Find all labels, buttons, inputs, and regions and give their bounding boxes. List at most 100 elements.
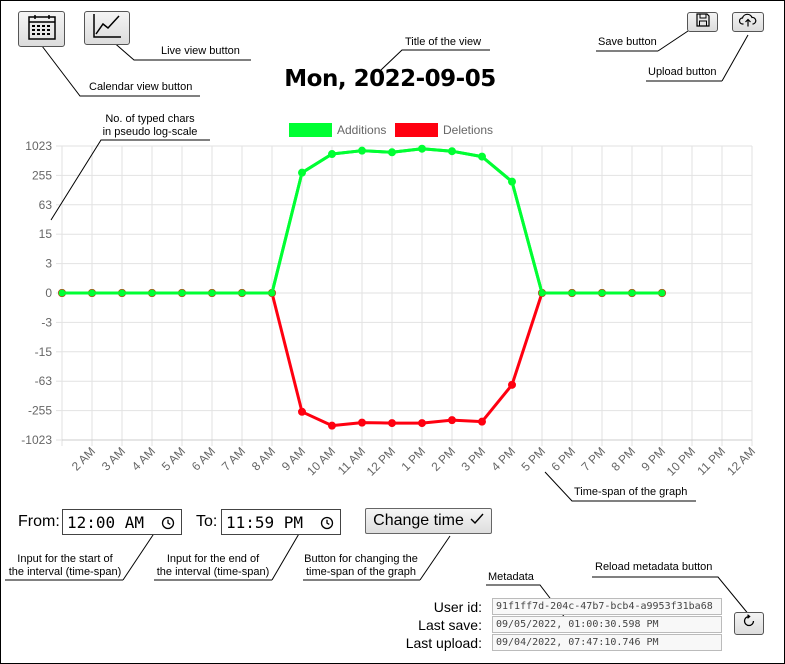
annotation-y-axis: No. of typed chars in pseudo log-scale [90,113,210,139]
data-point-deletions [388,419,396,428]
annotation-end-input: Input for the end of the interval (time-… [151,553,275,579]
annotation-start-line2: the interval (time-span) [8,566,122,578]
change-time-label: Change time [373,512,464,529]
data-point-additions [568,289,576,297]
y-tick-label: -3 [41,315,52,329]
y-tick-label: 63 [39,198,53,212]
calendar-view-button[interactable] [18,11,65,47]
x-tick-label: 11 AM [335,444,368,477]
annotation-start-line1: Input for the start of [17,553,113,565]
clock-icon[interactable] [161,515,175,534]
annotation-change-button: Button for changing the time-span of the… [300,553,422,579]
checkmark-icon [470,512,484,530]
y-tick-label: 15 [39,227,53,241]
data-point-additions [328,150,336,158]
annotation-change-line1: Button for changing the [304,553,418,565]
annotation-y-axis-line2: in pseudo log-scale [102,126,198,138]
data-point-additions [478,153,486,161]
data-point-additions [628,289,636,297]
y-tick-label: -1023 [21,433,52,447]
end-time-input[interactable]: 11:59 PM [221,509,341,535]
upload-button[interactable] [732,12,764,32]
y-tick-label: 1023 [25,139,52,153]
x-tick-label: 12 PM [364,444,398,478]
data-point-additions [208,289,216,297]
to-label: To: [196,513,218,530]
annotation-start-input: Input for the start of the interval (tim… [3,553,127,579]
data-point-additions [178,289,186,297]
x-tick-label: 4 AM [129,444,158,473]
clock-icon[interactable] [320,515,334,534]
x-tick-label: 6 PM [548,444,578,474]
from-label: From: [18,513,60,530]
annotation-title: Title of the view [405,36,482,48]
annotation-timespan: Time-span of the graph [574,486,688,498]
annotation-reload: Reload metadata button [595,561,713,573]
data-point-additions [418,145,426,153]
end-time-value: 11:59 PM [226,512,304,532]
data-point-additions [388,148,396,156]
x-tick-label: 2 PM [428,444,458,474]
x-tick-label: 12 AM [724,444,758,478]
legend-label-deletions: Deletions [443,123,493,137]
x-tick-label: 8 PM [608,444,638,474]
data-point-additions [118,289,126,297]
save-button[interactable] [687,12,718,32]
data-point-additions [658,289,666,297]
data-point-additions [448,147,456,155]
y-tick-label: -255 [28,404,52,418]
y-tick-label: -15 [35,345,53,359]
user-id-label: User id: [433,599,482,615]
legend-label-additions: Additions [337,123,386,137]
x-tick-label: 7 PM [578,444,608,474]
data-point-additions [238,289,246,297]
reload-metadata-button[interactable] [734,612,764,635]
data-point-additions [358,147,366,155]
floppy-disk-icon [695,12,710,32]
y-tick-label: -63 [35,374,53,388]
x-tick-label: 7 AM [219,444,248,473]
x-tick-label: 1 PM [398,444,428,474]
data-point-additions [88,289,96,297]
annotation-save: Save button [598,36,657,48]
live-view-button[interactable] [84,11,130,45]
annotation-metadata: Metadata [488,571,534,583]
data-point-additions [298,169,306,177]
last-upload-label: Last upload: [405,635,482,651]
x-tick-label: 10 AM [304,444,338,478]
last-save-label: Last save: [418,617,482,633]
x-tick-label: 3 AM [99,444,128,473]
chart-legend: Additions Deletions [289,123,493,137]
data-point-additions [268,289,276,297]
x-tick-label: 3 PM [458,444,488,474]
data-point-additions [58,289,66,297]
y-tick-label: 3 [45,257,52,271]
x-tick-label: 6 AM [189,444,218,473]
data-point-deletions [508,380,516,389]
legend-swatch-deletions [395,123,438,137]
annotation-upload: Upload button [648,66,717,78]
x-tick-label: 4 PM [488,444,518,474]
calendar-icon [27,14,56,45]
line-chart-icon [92,13,122,44]
y-tick-label: 255 [32,168,52,182]
annotation-end-line1: Input for the end of [166,553,260,565]
reload-icon [742,614,756,633]
annotation-y-axis-line1: No. of typed chars [105,113,195,125]
last-upload-field: 09/04/2022, 07:47:10.746 PM [492,634,722,651]
start-time-input[interactable]: 12:00 AM [62,509,182,535]
view-title: Mon, 2022-09-05 [284,66,496,92]
data-point-deletions [358,418,366,427]
last-save-field: 09/05/2022, 01:00:30.598 PM [492,616,722,633]
annotation-calendar-view: Calendar view button [89,81,193,93]
x-tick-label: 11 PM [694,444,728,478]
chart-grid [56,145,753,446]
x-tick-label: 8 AM [249,444,278,473]
annotation-change-line2: time-span of the graph [305,566,417,578]
annotation-live-view: Live view button [161,45,240,57]
data-point-additions [598,289,606,297]
x-tick-label: 5 AM [159,444,188,473]
data-point-deletions [448,416,456,425]
change-time-button[interactable]: Change time [365,508,492,534]
data-point-deletions [298,407,306,416]
